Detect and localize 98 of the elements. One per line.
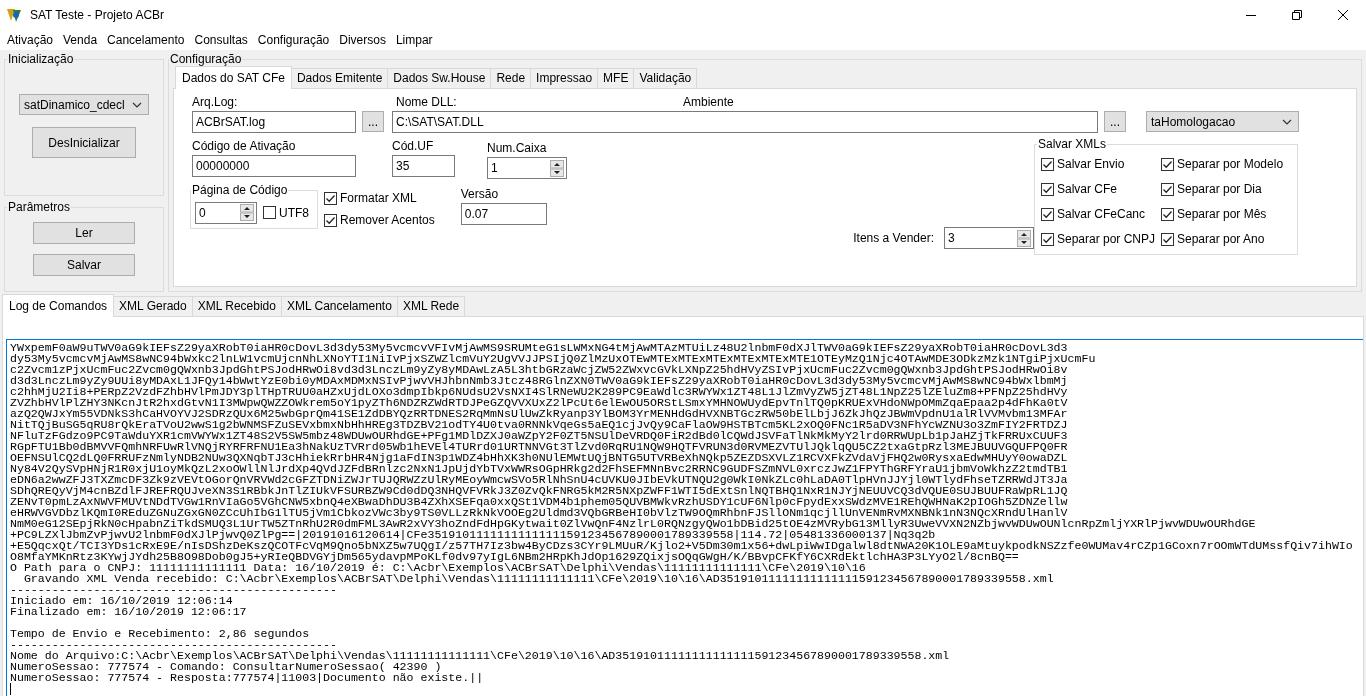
log-line: O Path para o CNPJ: 11111111111111 Data: 16/10/2019 é: C:\Acbr\Exemplos\ACBrSAT\Delphi\Vendas\11111111111111\CFe\2019\10\16 (10, 562, 866, 573)
log-line: NitTQjBuSG5qRU8rQkEraTVoU2wwS1g2bWNMSFZuSEVxbmxNbHhHREg3TDZBV21odTY4U0tva0RNNkVqeGs5aEQ1cjJvQy9CaFlaOW9HSTBTcm5KL2xOQ0FNc1R5aDV3NFhYcWZNU3o3ZmFIY2FRTDZJ (10, 419, 1068, 430)
log-line: Iniciado em: 16/10/2019 12:06:14 (10, 595, 233, 606)
desinicializar-button[interactable]: DesInicializar (32, 127, 136, 158)
menu-item[interactable]: Ativação (2, 33, 59, 47)
group-title: Página de Código (191, 183, 289, 197)
log-line: c2Zvcm1zPjxUcmFuc2Zvcm0gQWxnb3JpdGhtPSJodHRwOi8vd3d3LnczLm9yZy8yMDAwLzA5L3htbGRzaWcjZW52ZWxvcGVkLXNpZ25hdHVyZSIvPjxUcmFuc2Zvcm0gQWxnb3JpdGhtPSJodHRwOi8v (10, 364, 1068, 375)
checkbox[interactable] (1161, 157, 1174, 171)
log-line: azQ2QWJxYm55VDNkS3hCaHVOYVJ2SDRzQUx6M25wbGprQm41SE1ZdDBYQzRRTDNES2RqMmNsUlUwZkRyanp3YlBOM3YrMENHdGdHVXNBTGczRW50bElLbjJ6ZkJhQzJBWmVpdnU1alRlVVMvbm13MFAr (10, 408, 1068, 419)
browse-button[interactable]: ... (1104, 111, 1126, 132)
uf-code-field[interactable]: 35 (392, 155, 455, 177)
field-label: Num.Caixa (487, 140, 548, 157)
spinner-arrows-icon[interactable] (240, 204, 254, 221)
field-label: Nome DLL: (395, 95, 458, 111)
code-page-field[interactable]: 0 (195, 201, 257, 224)
group-title: Inicialização (7, 52, 75, 66)
activation-code-field[interactable]: 00000000 (192, 155, 356, 177)
tab[interactable]: Validação (633, 68, 698, 88)
checkbox-label[interactable]: UTF8 (279, 205, 309, 220)
log-line: Finalizado em: 16/10/2019 12:06:17 (10, 606, 247, 617)
log-line: d3d3LnczLm9yZy9UUi8yMDAxL1JFQy14bWwtYzE0bi0yMDAxMDMxNSIvPjwvVHJhbnNmb3Jtcz48RGlnZXN0TWV0aG9kIEFsZ29yaXRobT0iaHR0cDovL3d3dy53My5vcmcvMjAwMS8wNC94bWxlbmMj (10, 375, 1068, 386)
log-line: NFluTzFGdzo9PC9TaWduYXR1cmVWYWx1ZT48S2V5SW5mbz48WDUwOURhdGE+PFg1MDlDZXJ0aWZpY2F0ZT5NSUlDeVRDQ0FiR2dBd0lCQWdJSVFaTlNkMkMyY2lrd0RRWUpLb1pJaHZjTkFRRUxCUUF3 (10, 430, 1068, 441)
group-title: Parâmetros (7, 200, 72, 214)
group-title: Configuração (169, 52, 243, 66)
log-line: +PC9LZXlJbmZvPjwvU2lnbmF0dXJlPjwvQ0ZlPg==|20191016120614|CFe35191011111111111111591234567890001789339558|114.72|05481336000137|Nq3q2b (10, 529, 936, 540)
log-line: eHRWVGVDbzlKQmI0REduZGNuZGxGN0ZCcUhIbG1lTU5jVm1CbkozVWc3by9TS0VLLzRkNkVOOEg2Uldmd3VQbGRBeHI0bVlzTW9OQmRhbnFJSllONm1qcjllUnVENmRvMXNBNk1nN3NQcXRndUlHanlV (10, 507, 1068, 518)
log-line: NumeroSessao: 777574 - Resposta:777574|11003|Documento não existe.|| (10, 672, 484, 683)
checkbox[interactable] (1041, 207, 1054, 221)
parameter-button[interactable]: Ler (33, 222, 135, 244)
checkbox-label[interactable]: Formatar XML (340, 191, 417, 205)
checkbox[interactable] (1161, 207, 1174, 221)
parameter-button[interactable]: Salvar (33, 254, 135, 276)
browse-button[interactable]: ... (362, 111, 384, 132)
checkbox-label[interactable]: Separar por Modelo (1177, 157, 1284, 171)
checkbox-label[interactable]: Separar por Dia (1177, 182, 1262, 196)
checkbox-label[interactable]: Salvar CFe (1057, 182, 1118, 196)
log-line: Tempo de Envio e Recebimento: 2,86 segundos (10, 628, 310, 639)
checkbox-label[interactable]: Salvar CFeCanc (1057, 207, 1146, 221)
register-number-field[interactable]: 1 (487, 157, 567, 179)
field-label: Itens a Vender: (853, 231, 934, 245)
log-line: NmM0eG12SEpjRkN0cHpabnZiTkdSMUQ3L1UrTW5ZTnRhU2R0dmFML3AwR2xVY3hoZndFdHpGKytwait0ZlVwQnF4NzlrL0RQNzgyQWo1bDBid25tOE4zMVRybG13MllyR3UweVVXN2NZbjwvWDUwOUNlcnRpZmljYXRlPjwvWDUwOURhdGE (10, 518, 1256, 529)
checkbox-label[interactable]: Separar por CNPJ (1057, 232, 1156, 246)
version-field[interactable]: 0.07 (460, 203, 547, 225)
log-line: SDhQREQyVjM4cnBZdlFJREFRQUJveXN3S1RBbkJnTlZIUkVFSURBZW9Cd0dDQ3NHQVFVRkJ3Z0ZvQkFNRG5kM2R5NXpZWFF1WTI5dExtSnlNQTBHQ1NxR1NJYjNEUUVCQ3dVQUE0SUJBUUFRaWpRL1JQ (10, 485, 1068, 496)
checkbox[interactable] (324, 191, 337, 205)
log-line: NumeroSessao: 777574 - Comando: ConsultarNumeroSessao( 42390 ) (10, 661, 442, 672)
field-label: Versão (460, 187, 500, 203)
checkbox[interactable] (1041, 157, 1054, 171)
checkbox[interactable] (1161, 232, 1174, 246)
spinner-arrows-icon[interactable] (550, 159, 564, 177)
tab[interactable]: Impressao (530, 68, 599, 88)
checkbox-label[interactable]: Remover Acentos (340, 213, 435, 227)
log-text-area[interactable] (6, 339, 1363, 696)
log-line: ----------------------------------------------- (10, 584, 337, 595)
log-line: YWxpemF0aW9uTWV0aG9kIEFsZ29yaXRobT0iaHR0cDovL3d3dy53My5vcmcvVFIvMjAwMS9SRUMteG1sLWMxNG4tMjAwMTAzMTUiLz48U2lnbmF0dXJlTWV0aG9kIEFsZ29yaXRobT0iaHR0cDovL3d3 (10, 342, 1068, 353)
log-line: ZENvT0pmLzAxNWVFMUVtNDdTVGw1RnVIaGo5VGhCNW5xbnQ4eXBwaDhDU3B4ZXhXSEFqa0xxQSt1VDM4b1phem05QUVBMWkvRzhUSDY1cUF6Nlp0cFpydExxSWdzMVE1REhQWHNaK2pIOGh5ZDNZellw (10, 496, 1068, 507)
checkbox[interactable] (1041, 232, 1054, 246)
menu-item[interactable]: Limpar (390, 33, 438, 47)
menu-item[interactable]: Diversos (334, 33, 391, 47)
log-line: c2hhMjU2Ii8+PERpZ2VzdFZhbHVlPmJDY3plTHpTRUU0aHZxUjdLOXo3dmpIbkp6NUdsU2VsNXI4SlRNeWU2K289PC9EaWdlc3RWYWx1ZT48L1JlZmVyZW5jZT48L1NpZ25lZEluZm8+PFNpZ25hdHVy (10, 386, 1068, 397)
log-line: +E5QqcxQt/TCI3YDs1cRxE9E/nIsDShzDeKszQCOTFcVqM9Qno5bNXZ5w7UQgI/z57TH7Iz3bw4ByCDzs3CYr9LMUuR/Kjlo2+V5Dm30m1x56+dwLpiWwIDgalwl8dtNWA20K1OLE9aMtuykpodkNSZzfe0WUMav4rCZp1GCoxn7rOOmWTdUMssfQiv7ihWIo (10, 540, 1353, 551)
tab[interactable]: Dados do SAT CFe (175, 66, 292, 89)
spinner-arrows-icon[interactable] (1017, 229, 1031, 247)
log-line: dy53My5vcmcvMjAwMS8wNC94bWxkc2lnLW1vcmUjcnNhLXNoYTI1NiIvPjxSZWZlcmVuY2UgVVJJPSIjQ0ZlMzUxOTEwMTExMTExMTExMTExMTExMTE1OTEyMzQ1Njc4OTAwMDE3ODkzMzk1NTgiPjxUcmFu (10, 353, 1096, 364)
log-line: Nome do Arquivo:C:\Acbr\Exemplos\ACBrSAT\Delphi\Vendas\11111111111111\CFe\2019\10\16\AD35191011111111111111591234567890001789339558.xml (10, 650, 950, 661)
log-line: OEFNSUlCQ2dLQ0FRRUFzNmlyNDB2NUw3QXNqbTJ3cHhiekRrbHR4Njg1aFdIN3p1WDZ4bHhXK3h0NUlEMWtUQjBNTG5UTVRBeXhNQkp5ZEZDSXVLZ1RCVXFkZVdaVjFHQ2w0RysxaEdwMHUyY0owaDZL (10, 452, 1068, 463)
window-title: SAT Teste - Projeto ACBr (30, 8, 166, 22)
library-dropdown[interactable]: satDinamico_cdecl (19, 94, 149, 115)
log-line: Gravando XML Venda recebido: C:\Acbr\Exemplos\ACBrSAT\Delphi\Vendas\11111111111111\CFe\2019\10\16\AD35191011111111111111591234567890001789339558.xml (22, 573, 1054, 584)
checkbox[interactable] (1161, 182, 1174, 196)
log-line: ----------------------------------------------- (10, 639, 337, 650)
log-file-field[interactable]: ACBrSAT.log (192, 111, 356, 133)
log-line: O8MfaYMKnRtz3KYwjJYdh25B8O98Dob0gJ5+yRIeQBDVGYjDm565ydavpMPoKLf0dv97yIgL6NBm2HRpKhJdOp1629ZQixjsOQqGWgH/K/BBvpCFKfY6CXRdEktlchHA3P3LYyO2l/8cnBQ== (10, 551, 1019, 562)
log-line: RGpFTU1Bb0dBMVVFQmhNRFUwRlVNQjRYRFRFNU1Ea3hNakUzTVRrd05Wb1hEVEl4TURrd01URTNNVGt3TlZvd0RqRU1NQW9HQTFVRUN3d0RVMEZVTUlJQklqQU5CZ2txaGtpRzl3MEJBUUVGQUFPQ0FR (10, 441, 1068, 452)
field-label: Cód.UF (392, 139, 435, 155)
dll-path-field[interactable]: C:\SAT\SAT.DLL (392, 111, 1098, 133)
checkbox-label[interactable]: Separar por Ano (1177, 232, 1265, 246)
tab[interactable]: XML Rede (396, 296, 466, 316)
tab[interactable]: Log de Comandos (2, 294, 115, 317)
app-icon (6, 7, 22, 23)
checkbox-label[interactable]: Salvar Envio (1057, 157, 1125, 171)
field-label: Ambiente (683, 95, 734, 111)
group-title: Salvar XMLs (1037, 137, 1108, 151)
items-to-sell-field[interactable]: 3 (944, 227, 1034, 249)
field-label: Arq.Log: (192, 95, 239, 111)
checkbox[interactable] (324, 213, 337, 227)
menu-item[interactable]: Cancelamento (102, 33, 190, 47)
checkbox[interactable] (263, 206, 276, 219)
menu-item[interactable]: Configuração (252, 33, 335, 47)
menu-item[interactable]: Venda (58, 33, 103, 47)
field-label: Código de Ativação (192, 139, 297, 155)
menu-item[interactable]: Consultas (189, 33, 253, 47)
log-line: Ny84V2QySVpHNjR1R0xjU1oyMkQzL2xoOWllNlJrdXp4QVdJZFdBRnlzc2NxN1JpUjdYbTVxWWRsOGpHRkg2d2FhSEFMNnBvc2RRNC9GUDFSZmNVL0xrczJwZ1FPYThGRFYraU1jbmVoWkhzZ2tmdTB1 (10, 463, 1068, 474)
log-line: ZVZhbHVlPlZHY3NKcnJtR2hxdGtvN1I3MWpwQWZZOWkrem5oY1pyZTh6NDZRZWdRTDJPeGZQVVXUxZ2lPcUt6elEwOU5ORStLSmxYMHNOWUydEpvTnlTQ0pKRUExVHdoNWpOMmZqaEpaa2p4dFhKa0tV (10, 397, 1068, 408)
environment-dropdown[interactable]: taHomologacao (1146, 111, 1299, 132)
log-line: eDN6a2wwZFJ3TXZmcDF3Zk9zVEVtOGorQnVRVWd2cGFZTDNiZWJrTUJQRWZzUlRyMEoyWmcwSVo5RlNhSnU4cUVKU0JIbEVkUTNQU2g0WkI0NkZLc0hLaDA0TlpHVnJJYjl0WTlydFhseTZRRWdJT3Ja (10, 474, 1068, 485)
checkbox[interactable] (1041, 182, 1054, 196)
checkbox-label[interactable]: Separar por Mês (1177, 207, 1267, 221)
